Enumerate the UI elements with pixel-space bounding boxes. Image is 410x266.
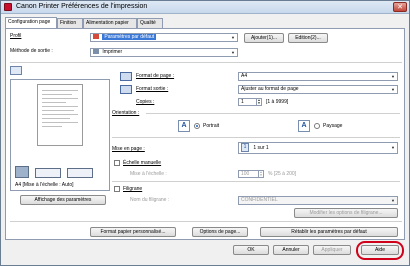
preview-text-line [42,90,78,91]
copies-range: [1 à 9999] [266,99,289,105]
watermark-name-select[interactable]: CONFIDENTIEL ▼ [238,196,398,205]
window-title: Canon Printer Préférences de l'impressio… [16,3,148,10]
watermark-checkbox[interactable] [114,186,120,192]
page-options-button[interactable]: Options de page... [192,227,248,237]
settings-display-button[interactable]: Affichage des paramètres [20,195,106,205]
layout-label: Mise en page : [112,146,145,152]
divider [112,137,400,138]
apply-button[interactable]: Appliquer [313,245,351,255]
landscape-radio[interactable] [314,123,320,129]
layout-icon [67,168,93,178]
page-size-label: Format de page : [136,73,175,79]
close-button[interactable]: ✕ [393,2,407,12]
tab-finishing[interactable]: Finition [57,18,83,28]
output-method-label: Méthode de sortie : [10,48,53,54]
output-method-select[interactable]: Imprimer ▼ [90,48,238,57]
layout-icon: 1 [241,143,249,153]
spin-arrows-icon[interactable]: ▲ ▼ [256,99,261,105]
scale-range: % [25 à 200] [268,171,297,177]
landscape-label: Paysage [323,123,343,129]
chevron-down-icon: ▼ [391,198,395,203]
title-bar[interactable]: Canon Printer Préférences de l'impressio… [1,1,409,14]
chevron-down-icon: ▼ [391,145,395,150]
portrait-radio[interactable] [194,123,200,129]
custom-paper-size-button[interactable]: Format papier personnalisé... [90,227,176,237]
preview-text-line [42,114,78,115]
copies-label: Copies : [136,99,155,105]
restore-defaults-button[interactable]: Rétablir les paramètres par défaut [260,227,398,237]
output-size-value: Ajuster au format de page [241,86,299,92]
divider [112,181,400,182]
manual-scaling-checkbox[interactable] [114,160,120,166]
output-size-label: Format sortie : [136,86,169,92]
preview-text-line [42,122,78,123]
page-preview: A4 [Mise à l'échelle : Auto] [10,79,110,191]
output-method-value: Imprimer [102,49,123,55]
printer-icon [93,49,99,55]
tab-quality[interactable]: Qualité [137,18,163,28]
preview-caption: A4 [Mise à l'échelle : Auto] [15,182,74,188]
divider [10,62,402,63]
copies-value: 1 [241,99,244,105]
copies-stepper[interactable]: 1 ▲ ▼ [238,98,262,106]
preview-text-line [42,110,74,111]
output-size-icon [120,85,132,94]
chevron-down-icon: ▼ [231,50,235,55]
watermark-name-value: CONFIDENTIEL [241,197,278,203]
edit-watermark-button[interactable]: Modifier les options de filigrane... [294,208,398,218]
printer-app-icon [4,3,12,11]
edit-profile-button[interactable]: Edition(2)... [288,33,328,43]
scale-stepper[interactable]: 100 ▲ ▼ [238,170,264,178]
cancel-button[interactable]: Annuler [273,245,309,255]
preview-text-line [42,118,70,119]
preview-text-line [42,106,78,107]
profile-icon [93,34,99,40]
help-highlight-ring [356,241,404,260]
chevron-down-icon: ▼ [391,74,395,79]
portrait-label: Portrait [203,123,220,129]
preview-page-sheet [37,84,83,146]
portrait-icon: A [178,120,190,132]
landscape-icon: A [298,120,310,132]
page-setup-panel: Profil Paramètres par défaut ▼ Ajouter(1… [5,28,405,240]
preview-text-line [42,98,78,99]
profile-label: Profil [10,33,22,39]
layout-select[interactable]: 1 1 sur 1 ▼ [238,142,398,154]
scale-value: 100 [241,171,250,177]
watermark-label: Filigrane [123,186,143,192]
preview-text-line [42,94,72,95]
layout-value: 1 sur 1 [253,145,269,151]
orientation-label: Orientation : [112,110,140,116]
divider [10,221,402,222]
scale-label: Mise à l'échelle : [130,171,167,177]
profile-select[interactable]: Paramètres par défaut ▼ [90,33,238,42]
printer-device-icon [15,166,29,178]
chevron-down-icon: ▼ [231,35,235,40]
add-profile-button[interactable]: Ajouter(1)... [244,33,284,43]
output-size-select[interactable]: Ajuster au format de page ▼ [238,85,398,94]
chevron-down-icon: ▼ [391,87,395,92]
manual-scaling-label: Échelle manuelle [123,160,162,166]
watermark-name-label: Nom du filigrane : [130,197,170,203]
preview-text-line [42,102,66,103]
page-size-select[interactable]: A4 ▼ [238,72,398,81]
page-size-value: A4 [241,73,248,79]
tab-paper-source[interactable]: Alimentation papier [83,18,137,28]
preview-text-line [42,126,62,127]
profile-value: Paramètres par défaut [102,34,157,40]
page-size-icon [120,72,132,81]
spin-arrows-icon[interactable]: ▲ ▼ [258,171,263,177]
ok-button[interactable]: OK [233,245,269,255]
printer-preferences-window: Canon Printer Préférences de l'impressio… [0,0,410,266]
preview-mode-icon[interactable] [10,66,22,75]
divider [146,113,400,114]
duplex-icon [35,168,61,178]
